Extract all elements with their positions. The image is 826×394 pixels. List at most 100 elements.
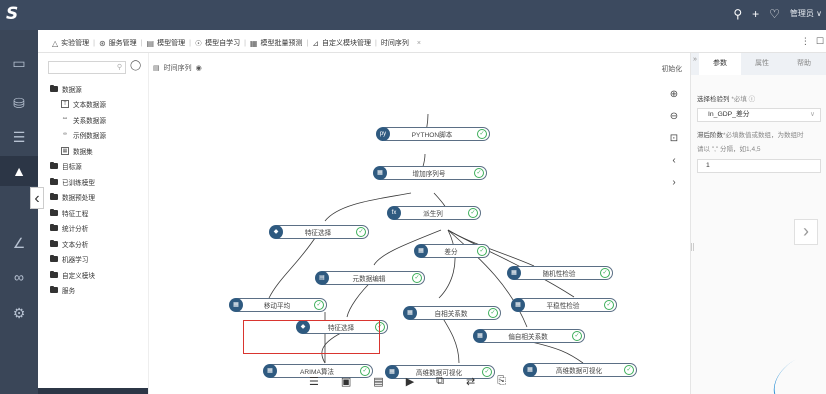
flask-icon[interactable]: ▲ xyxy=(0,156,38,186)
tab-divider: | xyxy=(375,39,377,47)
node-add-sequence[interactable]: ▦ 增加序列号 ✓ xyxy=(373,166,487,180)
tab-time-series[interactable]: 时间序列 × xyxy=(381,38,421,48)
chevron-right-icon[interactable]: › xyxy=(664,177,684,199)
tree-item-trained-model[interactable]: 已训练模型 xyxy=(50,174,148,190)
chart-icon[interactable]: ∠ xyxy=(9,233,29,253)
fit-screen-icon[interactable]: ⊡ xyxy=(664,133,684,155)
python-icon: py xyxy=(376,127,390,141)
tree-item-service[interactable]: 服务 xyxy=(50,283,148,299)
component-tree-panel: ⚲ ◯ 数据源 T 文本数据源 ⚯ 关系数据源 ∞ 示例数据源 ▦ 数据集 目标源 已训… xyxy=(38,53,148,394)
check-icon: ✓ xyxy=(314,300,324,310)
check-icon: ✓ xyxy=(474,168,484,178)
top-bar: S ⚲ + ♡ 管理员 ∨ xyxy=(0,0,826,30)
save-icon[interactable]: ▣ xyxy=(341,375,351,388)
check-icon: ✓ xyxy=(600,268,610,278)
group-icon[interactable]: ☰ xyxy=(9,127,29,147)
node-autocorrelation[interactable]: ▦ 自相关系数 ✓ xyxy=(403,306,501,320)
chevron-left-icon[interactable]: ‹ xyxy=(664,155,684,177)
app-logo: S xyxy=(6,4,19,24)
table-icon: ▦ xyxy=(403,306,417,320)
node-difference[interactable]: ▦ 差分 ✓ xyxy=(414,244,490,258)
workflow-canvas[interactable]: ▤ 时间序列 ◉ 初始化 py PYTHON脚本 ✓ ▦ 增加序列号 ✓ fx … xyxy=(148,53,690,394)
tree-item-feature-engineering[interactable]: 特征工程 xyxy=(50,205,148,221)
close-icon[interactable]: × xyxy=(417,40,421,47)
tree-item-statistics[interactable]: 统计分析 xyxy=(50,221,148,237)
check-icon: ✓ xyxy=(468,208,478,218)
custom-module-icon: ⊿ xyxy=(312,38,319,48)
zoom-out-icon[interactable]: ⊖ xyxy=(664,111,684,133)
maximize-icon[interactable]: ☐ xyxy=(816,36,824,47)
tree-item-custom-module[interactable]: 自定义模块 xyxy=(50,267,148,283)
module-tabs: △ 实验管理 | ⊛ 服务管理 | ▤ 模型管理 | ☉ 模型自学习 | ▦ 模型批量预测… xyxy=(52,36,421,50)
tab-custom-module[interactable]: ⊿ 自定义模块管理 xyxy=(312,38,371,48)
table-icon: ▦ xyxy=(373,166,387,180)
run-icon[interactable]: ▶ xyxy=(406,375,414,388)
plus-icon[interactable]: + xyxy=(752,7,759,21)
tab-batch-prediction[interactable]: ▦ 模型批量预测 xyxy=(250,38,303,48)
check-icon: ✓ xyxy=(356,227,366,237)
database-icon[interactable]: ⛁ xyxy=(9,93,29,113)
collapse-panel-button[interactable]: ‹ xyxy=(30,187,44,209)
export-icon[interactable]: ⧉ xyxy=(436,375,444,388)
tree-item-target-source[interactable]: 目标源 xyxy=(50,159,148,175)
node-moving-average[interactable]: ▦ 移动平均 ✓ xyxy=(229,298,327,312)
node-feature-selection-1[interactable]: ◆ 特征选择 ✓ xyxy=(269,225,369,239)
node-stationarity-test[interactable]: ▦ 平稳性检验 ✓ xyxy=(511,298,617,312)
lag-order-input[interactable]: 1 xyxy=(697,159,821,173)
tab-experiment-management[interactable]: △ 实验管理 xyxy=(52,38,89,48)
list-icon[interactable]: ☰ xyxy=(309,375,319,388)
refresh-icon[interactable]: ◯ xyxy=(130,60,141,71)
tree-item-datasource[interactable]: 数据源 xyxy=(50,81,148,97)
tab-model-management[interactable]: ▤ 模型管理 xyxy=(147,38,186,48)
panel-tabs: » 参数 属性 帮助 xyxy=(691,53,826,75)
flask-icon: △ xyxy=(52,38,59,48)
relation-icon: ⚯ xyxy=(62,115,68,122)
folder-icon xyxy=(50,255,58,263)
tab-attributes[interactable]: 属性 xyxy=(741,53,783,75)
monitor-icon[interactable]: ▭ xyxy=(9,53,29,73)
search-icon: ⚲ xyxy=(116,64,122,71)
tab-help[interactable]: 帮助 xyxy=(783,53,825,75)
node-hd-visualization-2[interactable]: ▦ 高维数据可视化 ✓ xyxy=(523,363,637,377)
tree-item-preprocessing[interactable]: 数据预处理 xyxy=(50,190,148,206)
resize-handle[interactable] xyxy=(691,243,694,251)
tree-item-machine-learning[interactable]: 机器学习 xyxy=(50,252,148,268)
tree-item-dataset[interactable]: ▦ 数据集 xyxy=(50,143,148,159)
folder-icon xyxy=(50,162,58,170)
tree-item-text-analysis[interactable]: 文本分析 xyxy=(50,236,148,252)
tab-model-self-learning[interactable]: ☉ 模型自学习 xyxy=(195,38,240,48)
text-file-icon: T xyxy=(61,100,69,109)
tree-item-relational-datasource[interactable]: ⚯ 关系数据源 xyxy=(50,112,148,128)
search-input[interactable]: ⚲ xyxy=(48,61,126,74)
more-icon[interactable]: ⋮ xyxy=(801,36,810,47)
tree-item-text-datasource[interactable]: T 文本数据源 xyxy=(50,97,148,113)
next-arrow-button[interactable]: › xyxy=(794,219,818,245)
copy-icon[interactable]: ⎘ xyxy=(497,375,506,388)
main-area: △ 实验管理 | ⊛ 服务管理 | ▤ 模型管理 | ☉ 模型自学习 | ▦ 模型批量预测… xyxy=(38,30,826,394)
user-menu[interactable]: 管理员 ∨ xyxy=(790,7,822,21)
chevron-down-icon: ∨ xyxy=(810,111,815,118)
zoom-in-icon[interactable]: ⊕ xyxy=(664,89,684,111)
bell-icon[interactable]: ♡ xyxy=(769,7,780,21)
node-partial-autocorrelation[interactable]: ▦ 偏自相关系数 ✓ xyxy=(473,329,585,343)
node-python-script[interactable]: py PYTHON脚本 ✓ xyxy=(376,127,490,141)
check-icon: ✓ xyxy=(604,300,614,310)
tree-item-sample-datasource[interactable]: ∞ 示例数据源 xyxy=(50,128,148,144)
settings-icon[interactable]: ⚙ xyxy=(9,303,29,323)
expand-icon[interactable]: » xyxy=(691,53,699,75)
switch-icon[interactable]: ⇄ xyxy=(466,375,475,388)
sample-icon: ∞ xyxy=(63,131,67,138)
node-randomness-test[interactable]: ▦ 随机性检验 ✓ xyxy=(507,266,613,280)
search-icon[interactable]: ⚲ xyxy=(733,7,742,21)
network-icon[interactable]: ∞ xyxy=(9,267,29,287)
connections xyxy=(268,113,584,364)
test-column-select[interactable]: In_GDP_差分 ∨ xyxy=(697,108,821,122)
node-derived-column[interactable]: fx 派生列 ✓ xyxy=(387,206,481,220)
folder-icon xyxy=(50,286,58,294)
properties-panel: » 参数 属性 帮助 选择检验列 *必填 ⓘ In_GDP_差分 ∨ 滞后阶数*必… xyxy=(690,53,826,394)
node-metadata-edit[interactable]: ▤ 元数据编辑 ✓ xyxy=(315,271,425,285)
tab-parameters[interactable]: 参数 xyxy=(699,53,741,75)
tab-service-management[interactable]: ⊛ 服务管理 xyxy=(99,38,137,48)
tab-divider: | xyxy=(189,39,191,47)
save-as-icon[interactable]: ▤ xyxy=(373,375,383,388)
